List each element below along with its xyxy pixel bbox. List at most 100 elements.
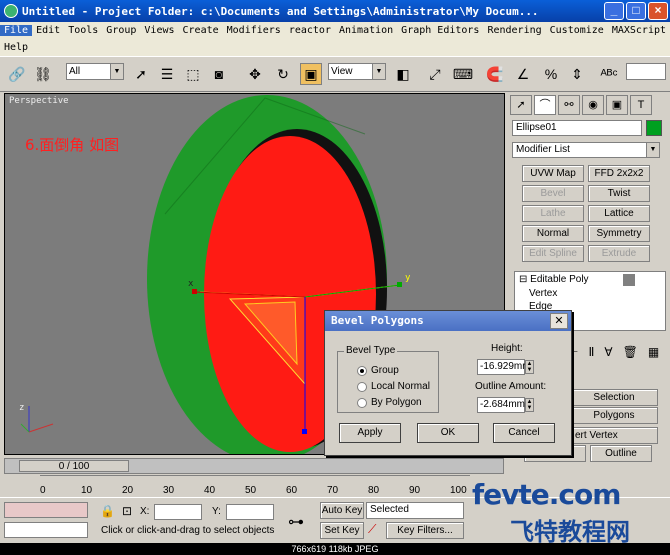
- menu-item-modifiers[interactable]: Modifiers: [223, 25, 285, 36]
- by-polygon-radio[interactable]: [357, 397, 367, 408]
- snap-toggle-icon[interactable]: 🧲: [484, 63, 506, 85]
- create-tab-icon[interactable]: ➚: [510, 95, 532, 115]
- key-mode-dropdown[interactable]: Selected: [366, 502, 464, 519]
- reference-coord-dropdown[interactable]: View ▼: [328, 63, 386, 80]
- cancel-button[interactable]: Cancel: [493, 423, 555, 443]
- utilities-tab-icon[interactable]: T: [630, 95, 652, 115]
- menu-item-file[interactable]: File: [0, 25, 33, 36]
- named-selection-set-field[interactable]: [626, 63, 666, 80]
- menu-item-graph-editors[interactable]: Graph Editors: [397, 25, 483, 36]
- maxscript-mini-input[interactable]: [4, 522, 88, 538]
- close-button[interactable]: ×: [648, 2, 668, 20]
- spinner-snap-icon[interactable]: ⇕: [566, 63, 588, 85]
- radio-by-polygon[interactable]: By Polygon: [357, 397, 422, 408]
- configure-sets-icon[interactable]: ▦: [648, 345, 659, 359]
- outline-amount-spinner[interactable]: -2.684mm ▲ ▼: [477, 397, 534, 413]
- dialog-close-icon[interactable]: ✕: [550, 313, 568, 329]
- scale-icon[interactable]: ▣: [300, 63, 322, 85]
- key-filters-button[interactable]: Key Filters...: [386, 522, 464, 539]
- modifier-button-twist[interactable]: Twist: [588, 185, 650, 202]
- lock-icon[interactable]: 🔒: [100, 504, 115, 518]
- display-tab-icon[interactable]: ▣: [606, 95, 628, 115]
- menu-item-views[interactable]: Views: [140, 25, 178, 36]
- menu-item-maxscript[interactable]: MAXScript: [608, 25, 670, 36]
- rect-selection-icon[interactable]: ⬚: [182, 63, 204, 85]
- time-slider[interactable]: 0 / 100: [4, 458, 504, 474]
- named-selection-icon[interactable]: ᴬᴮᶜ: [598, 63, 620, 85]
- radio-group[interactable]: Group: [357, 365, 399, 376]
- modifier-button-normal[interactable]: Normal: [522, 225, 584, 242]
- maximize-button[interactable]: □: [626, 2, 646, 20]
- time-slider-thumb[interactable]: 0 / 100: [19, 460, 129, 472]
- selection-filter-dropdown[interactable]: All ▼: [66, 63, 124, 80]
- stack-item-vertex[interactable]: Vertex: [515, 287, 665, 300]
- pivot-center-icon[interactable]: ◧: [392, 63, 414, 85]
- modifier-button-symmetry[interactable]: Symmetry: [588, 225, 650, 242]
- set-key-button[interactable]: Set Key: [320, 522, 364, 539]
- group-radio[interactable]: [357, 365, 367, 376]
- modify-tab-icon[interactable]: ⌒: [534, 95, 556, 115]
- select-arrow-icon[interactable]: ➚: [130, 63, 152, 85]
- minimize-button[interactable]: _: [604, 2, 624, 20]
- modifier-button-bevel[interactable]: Bevel: [522, 185, 584, 202]
- ok-button[interactable]: OK: [417, 423, 479, 443]
- y-coord-field[interactable]: [226, 504, 274, 520]
- maxscript-listener-mini[interactable]: [4, 502, 88, 518]
- modifier-button-extrude[interactable]: Extrude: [588, 245, 650, 262]
- menu-item-customize[interactable]: Customize: [546, 25, 608, 36]
- modifier-button-lattice[interactable]: Lattice: [588, 205, 650, 222]
- timeline-tick: 0: [40, 485, 46, 496]
- angle-snap-icon[interactable]: ∠: [512, 63, 534, 85]
- axis-constraint-icon[interactable]: ⤢: [424, 63, 446, 85]
- link-icon[interactable]: 🔗: [6, 63, 28, 85]
- x-coord-label: X:: [140, 506, 150, 517]
- show-end-result-icon[interactable]: Ⅱ: [588, 345, 594, 359]
- unlink-icon[interactable]: ⛓: [32, 63, 54, 85]
- make-unique-icon[interactable]: ∀: [604, 345, 612, 359]
- rotate-icon[interactable]: ↻: [272, 63, 294, 85]
- motion-tab-icon[interactable]: ◉: [582, 95, 604, 115]
- track-bar[interactable]: 0 10 20 30 40 50 60 70 80 90 100: [40, 475, 470, 499]
- spinner-arrows-icon[interactable]: ▲ ▼: [525, 398, 534, 412]
- remove-modifier-icon[interactable]: 🗑: [623, 345, 638, 359]
- apply-button[interactable]: Apply: [339, 423, 401, 443]
- menu-item-tools[interactable]: Tools: [64, 25, 102, 36]
- menu-item-rendering[interactable]: Rendering: [483, 25, 545, 36]
- absolute-mode-icon[interactable]: ⊡: [122, 504, 132, 518]
- select-by-name-icon[interactable]: ☰: [156, 63, 178, 85]
- auto-key-button[interactable]: Auto Key: [320, 502, 364, 519]
- menu-item-help[interactable]: Help: [0, 42, 32, 53]
- keyboard-shortcut-icon[interactable]: ⌨: [452, 63, 474, 85]
- local-normal-radio[interactable]: [357, 381, 367, 392]
- menu-item-create[interactable]: Create: [179, 25, 223, 36]
- modifier-list-dropdown[interactable]: Modifier List ▼: [512, 142, 660, 158]
- window-crossing-icon[interactable]: ◙: [208, 63, 230, 85]
- hierarchy-tab-icon[interactable]: ⚯: [558, 95, 580, 115]
- menu-item-reactor[interactable]: reactor: [285, 25, 335, 36]
- x-coord-field[interactable]: [154, 504, 202, 520]
- menu-item-animation[interactable]: Animation: [335, 25, 397, 36]
- selection-rollout[interactable]: Selection: [570, 389, 658, 406]
- menu-item-group[interactable]: Group: [102, 25, 140, 36]
- modifier-button-lathe[interactable]: Lathe: [522, 205, 584, 222]
- stack-toggle-icon[interactable]: [623, 274, 635, 286]
- timeline-tick: 30: [163, 485, 175, 496]
- move-icon[interactable]: ✥: [244, 63, 266, 85]
- outline-button[interactable]: Outline: [590, 445, 652, 462]
- percent-snap-icon[interactable]: %: [540, 63, 562, 85]
- modifier-button-uvw-map[interactable]: UVW Map: [522, 165, 584, 182]
- menu-item-edit[interactable]: Edit: [32, 25, 64, 36]
- modifier-button-ffd-2x2x2[interactable]: FFD 2x2x2: [588, 165, 650, 182]
- stack-item-editable-poly[interactable]: ⊟ Editable Poly: [515, 272, 665, 287]
- spinner-arrows-icon[interactable]: ▲ ▼: [525, 360, 534, 374]
- edit-polygons-rollout[interactable]: Polygons: [570, 407, 658, 424]
- modifier-button-edit-spline[interactable]: Edit Spline: [522, 245, 584, 262]
- insert-vertex-button[interactable]: ert Vertex: [570, 427, 658, 444]
- bevel-polygons-dialog: Bevel Polygons ✕ Bevel Type Group Local …: [324, 310, 572, 456]
- height-spinner[interactable]: -16.929mr ▲ ▼: [477, 359, 534, 375]
- object-color-swatch[interactable]: [646, 120, 662, 136]
- object-name-field[interactable]: Ellipse01: [512, 120, 642, 136]
- stack-tools: ⊢ Ⅱ ∀ 🗑 ▦: [568, 345, 659, 359]
- tangent-icon[interactable]: ⟋: [368, 522, 376, 537]
- radio-local-normal[interactable]: Local Normal: [357, 381, 430, 392]
